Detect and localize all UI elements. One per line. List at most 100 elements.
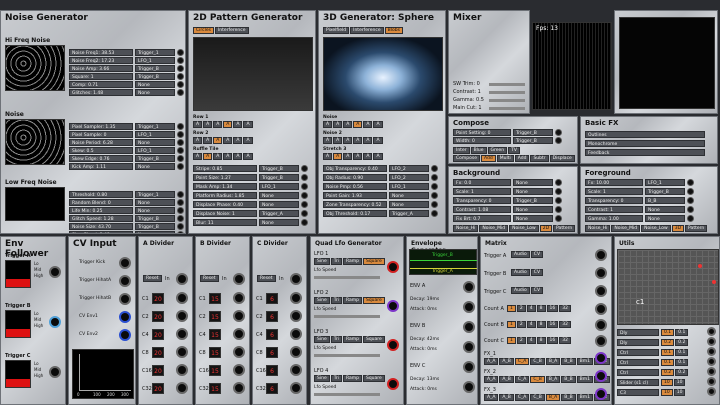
utils-value[interactable]: 0.1 [675,359,689,366]
fx-value-button[interactable]: A_B [499,376,514,383]
layer-source-tab[interactable]: Noise_Hi [585,225,611,232]
param-knob[interactable] [687,197,694,204]
mixer-param[interactable]: SW Trim: 0 [453,81,480,87]
lfo-wave-button[interactable]: Square [362,258,385,265]
lfo-output-jack[interactable] [387,378,399,390]
param-knob[interactable] [177,57,184,64]
param-knob[interactable] [431,201,438,208]
param-knob[interactable] [177,163,184,170]
band-option[interactable]: Lo [34,261,39,266]
division-output-jack[interactable] [176,292,188,304]
mod-source-select[interactable]: None [389,192,429,199]
mod-source-select[interactable]: Trigger_B [645,188,685,195]
utils-jack[interactable] [707,387,716,396]
layer-source-tab[interactable]: 2D [539,225,553,232]
compose-mode-button[interactable]: Subtr [530,155,549,162]
fx-value-button[interactable]: B_B [561,358,576,365]
option-button[interactable]: A [343,137,353,144]
utils-value[interactable]: 0.1 [661,349,675,356]
mod-source-select[interactable]: None [513,179,553,186]
option-button[interactable]: A [353,137,363,144]
division-value[interactable]: 20 [152,311,164,322]
param-knob[interactable] [177,207,184,214]
divider-input-jack[interactable] [233,273,245,285]
param-knob[interactable] [687,188,694,195]
option-button[interactable]: A [203,137,213,144]
lfo-wave-button[interactable]: Tri [330,258,342,265]
option-button[interactable]: A [323,121,333,128]
utils-value[interactable]: 0.2 [675,339,689,346]
band-option[interactable]: Mid [34,267,41,272]
lfo-wave-button[interactable]: Sine [314,336,330,343]
option-button[interactable]: A [363,153,373,160]
fx-output-jack[interactable] [595,352,607,364]
mod-source-select[interactable]: LFO_1 [389,183,429,190]
utils-jack[interactable] [707,357,716,366]
trigger-output-jack[interactable] [49,366,61,378]
option-button[interactable]: A [193,121,203,128]
band-option[interactable]: Mid [34,367,41,372]
mod-source-select[interactable]: None [389,201,429,208]
mod-source-select[interactable]: Trigger_A [259,210,299,217]
tab-interference[interactable]: Interference [214,27,249,34]
option-button[interactable]: A [193,153,203,160]
fx-value-button[interactable]: A_A [484,358,499,365]
fx-value-button[interactable]: A_B [499,358,514,365]
fx-item[interactable]: Outlines [585,131,705,138]
fx-value-button[interactable]: C_B [530,358,545,365]
mod-source-select[interactable]: Trigger_B [513,197,553,204]
utils-value[interactable]: 0.1 [675,349,689,356]
tab-blobs[interactable]: Blobs [384,27,403,34]
cv-input-jack[interactable] [119,257,131,269]
division-value[interactable]: 6 [266,347,278,358]
band-option[interactable]: Mid [34,317,41,322]
layer-source-tab[interactable]: 3D [671,225,685,232]
utils-jack[interactable] [707,367,716,376]
param-knob[interactable] [177,131,184,138]
compose-mode-button[interactable]: Compose [453,155,481,162]
count-output-jack[interactable] [595,319,607,331]
option-button[interactable]: A [343,153,353,160]
env-input-jack[interactable] [463,281,475,293]
fx-value-button[interactable]: C_A [514,358,530,365]
lfo-wave-button[interactable]: Sine [314,297,330,304]
param-knob[interactable] [301,210,308,217]
count-value-button[interactable]: 32 [559,305,571,312]
param-knob[interactable] [431,210,438,217]
param-knob[interactable] [431,165,438,172]
division-value[interactable]: 15 [209,365,221,376]
fx-value-button[interactable]: Bm3 [611,358,612,365]
mod-source-select[interactable]: None [135,231,175,233]
matrix-trigger-jack[interactable] [595,285,607,297]
lfo-output-jack[interactable] [387,261,399,273]
fx-value-button[interactable]: C_A [514,376,530,383]
division-output-jack[interactable] [290,382,302,394]
param-knob[interactable] [431,183,438,190]
mod-source-select[interactable]: LFO_1 [135,57,175,64]
compose-color-button[interactable]: Blue [470,147,487,154]
divider-input-jack[interactable] [176,273,188,285]
param-knob[interactable] [555,137,562,144]
fx-value-button[interactable]: Bm1 [576,376,594,383]
param-knob[interactable] [687,179,694,186]
option-button[interactable]: A [193,137,203,144]
param-knob[interactable] [687,206,694,213]
param-knob[interactable] [301,183,308,190]
param-knob[interactable] [301,165,308,172]
mod-source-select[interactable]: Trigger_B [259,174,299,181]
mod-source-select[interactable]: Trigger_B [135,73,175,80]
mod-source-select[interactable]: None [513,188,553,195]
option-button[interactable]: A [343,121,353,128]
division-output-jack[interactable] [233,328,245,340]
cv-input-jack[interactable] [119,275,131,287]
lfo-wave-button[interactable]: Square [362,297,385,304]
mod-source-select[interactable]: None [135,207,175,214]
layer-source-tab[interactable]: Noise_Mid [479,225,509,232]
fx-value-button[interactable]: B_B [561,394,576,401]
param-knob[interactable] [431,192,438,199]
lfo-wave-button[interactable]: Square [362,375,385,382]
division-output-jack[interactable] [233,364,245,376]
count-value-button[interactable]: 4 [526,321,536,328]
mod-source-select[interactable]: None [513,206,553,213]
mod-source-select[interactable]: Trigger_B [135,155,175,162]
